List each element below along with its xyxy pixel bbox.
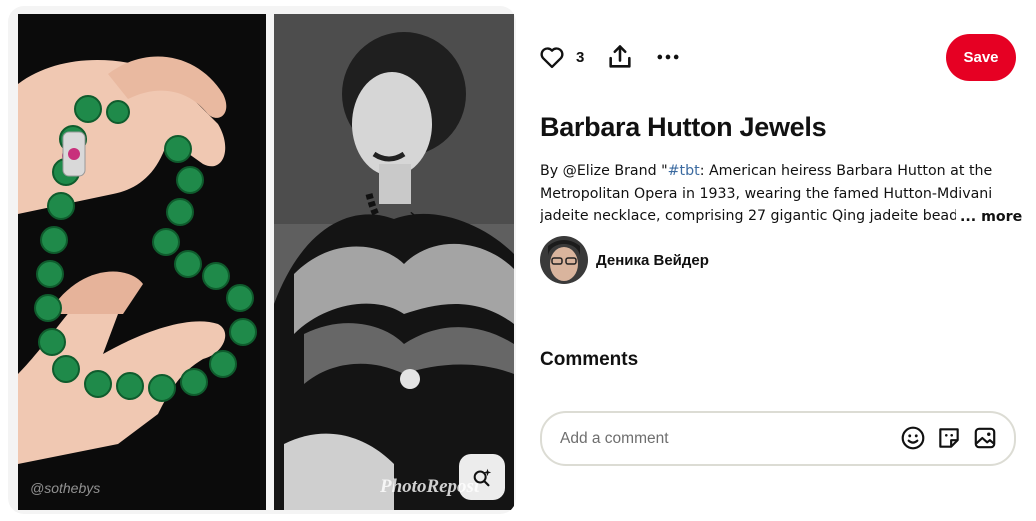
sticker-icon	[939, 428, 959, 448]
sticker-button[interactable]	[936, 425, 962, 451]
photo-button[interactable]	[972, 425, 998, 451]
visual-search-button[interactable]	[459, 454, 505, 500]
photo-icon	[974, 427, 996, 449]
like-button[interactable]	[538, 43, 566, 71]
emoji-button[interactable]	[900, 425, 926, 451]
save-button[interactable]: Save	[946, 34, 1016, 81]
share-button[interactable]	[606, 43, 634, 71]
pin-title: Barbara Hutton Jewels	[540, 112, 827, 142]
avatar[interactable]	[540, 236, 588, 284]
creator-name[interactable]: Деника Вейдер	[596, 252, 709, 269]
share-icon	[609, 45, 631, 68]
more-dots-icon	[657, 54, 679, 60]
like-count: 3	[576, 48, 585, 66]
pin-image[interactable]: @sothebys PhotoRepost	[8, 6, 516, 514]
barbara-hutton-photo	[274, 14, 514, 510]
comment-tools	[890, 425, 998, 451]
comments-heading: Comments	[540, 349, 639, 370]
comment-input[interactable]	[558, 425, 882, 453]
heart-icon	[540, 47, 564, 69]
description-prefix: By @Elize Brand "	[540, 163, 668, 179]
comment-box[interactable]	[540, 411, 1016, 466]
description-more-link[interactable]: ... more	[956, 206, 1023, 229]
watermark-sothebys: @sothebys	[30, 480, 101, 496]
visual-search-icon	[473, 468, 492, 487]
avatar-image	[540, 236, 588, 284]
more-options-button[interactable]	[654, 43, 682, 71]
pin-description: By @Elize Brand "#tbt: American heiress …	[540, 160, 1018, 228]
emoji-icon	[901, 426, 925, 450]
hashtag-link[interactable]: #tbt	[668, 163, 700, 179]
creator[interactable]: Деника Вейдер	[540, 236, 709, 284]
pin-actions: 3	[538, 40, 682, 74]
jade-necklace-photo	[18, 14, 266, 510]
